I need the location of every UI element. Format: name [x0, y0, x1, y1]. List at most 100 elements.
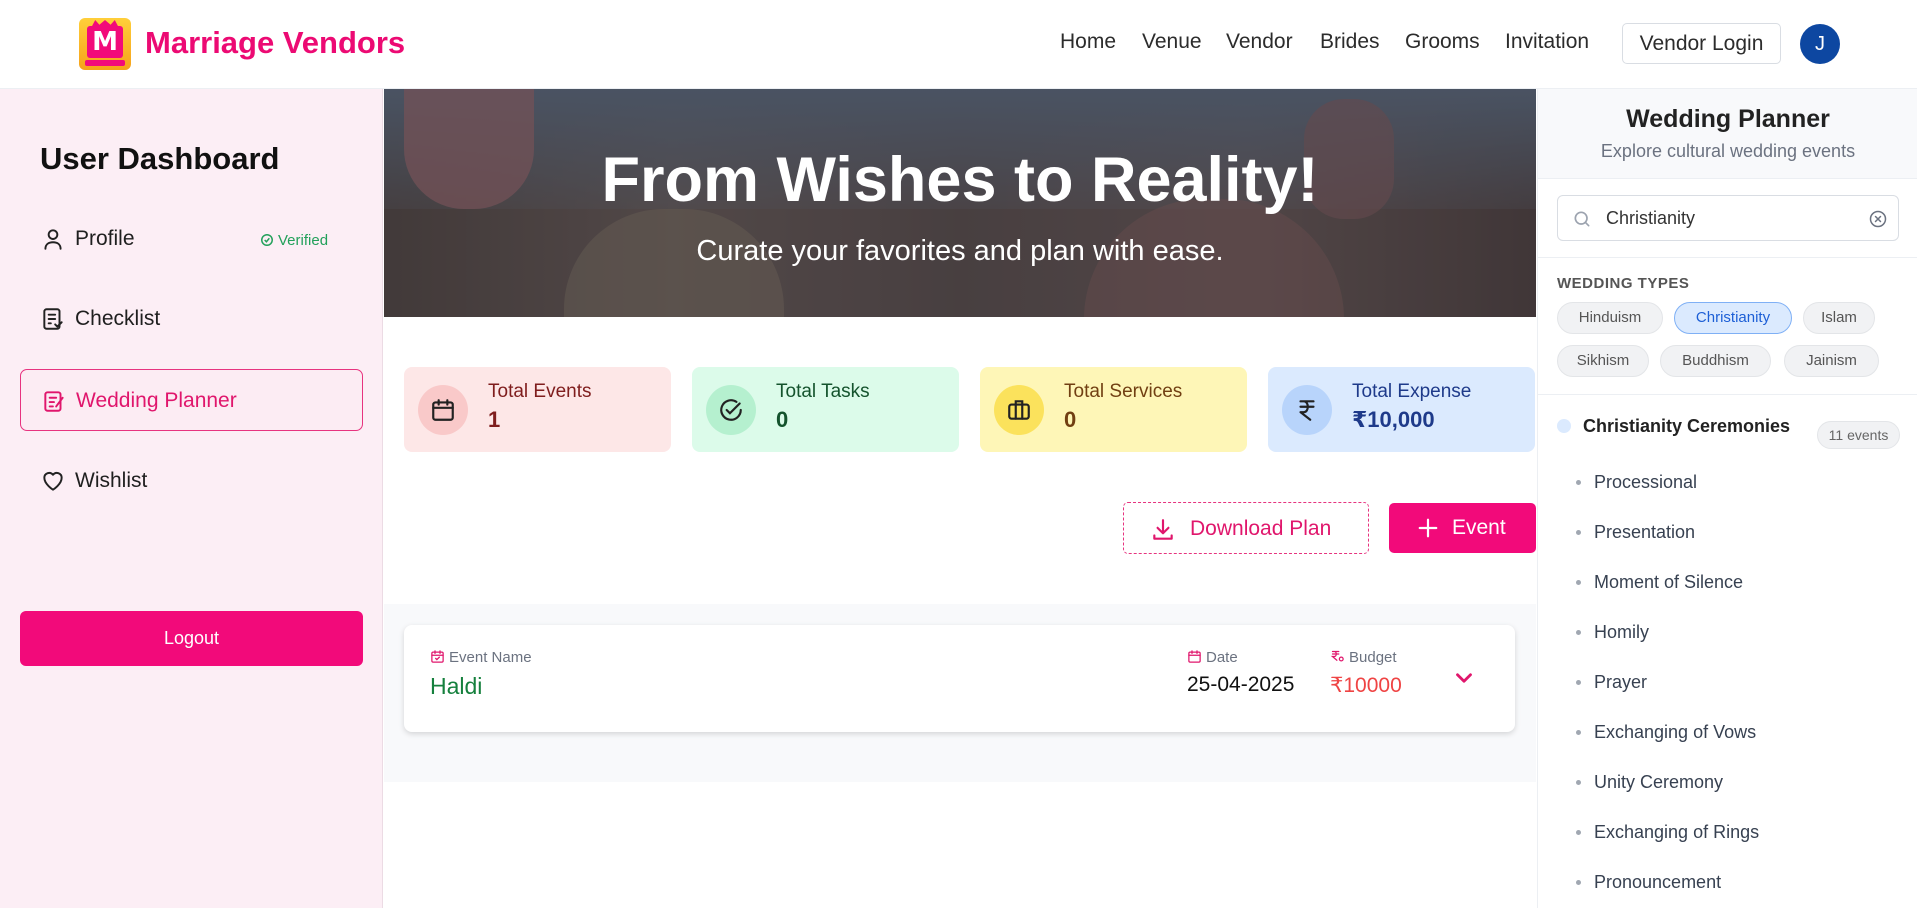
- ceremony-label: Moment of Silence: [1594, 572, 1744, 592]
- ceremony-label: Pronouncement: [1594, 872, 1722, 892]
- sidebar-item-label: Checklist: [75, 307, 161, 330]
- logo-letter: M: [87, 26, 123, 58]
- bullet: [1576, 480, 1581, 485]
- planner-search: [1557, 195, 1899, 241]
- user-icon: [44, 229, 62, 250]
- download-plan-button[interactable]: Download Plan: [1123, 502, 1369, 554]
- sidebar-title: User Dashboard: [40, 141, 280, 176]
- event-date-label-text: Date: [1206, 649, 1238, 666]
- bullet: [1576, 630, 1581, 635]
- planner-title: Wedding Planner: [1626, 105, 1830, 133]
- event-date-label: Date: [1187, 649, 1238, 666]
- verified-badge: Verified: [260, 232, 328, 249]
- event-name: Haldi: [430, 673, 483, 699]
- stat-value: 1: [488, 407, 501, 432]
- hero-banner: From Wishes to Reality! Curate your favo…: [384, 89, 1536, 317]
- rupee-icon: [1299, 400, 1315, 421]
- stat-label: Total Events: [488, 381, 592, 402]
- add-event-button[interactable]: Event: [1389, 503, 1536, 553]
- banner-subtitle: Curate your favorites and plan with ease…: [696, 235, 1224, 267]
- event-budget-label-text: Budget: [1349, 649, 1397, 666]
- ceremony-group-dot: [1557, 419, 1571, 433]
- type-chip-sikhism[interactable]: Sikhism: [1557, 345, 1649, 377]
- planner-header: Wedding Planner Explore cultural wedding…: [1538, 89, 1917, 179]
- stat-label: Total Services: [1064, 381, 1183, 402]
- stat-icon-circle: [1282, 385, 1332, 435]
- stat-label: Total Expense: [1352, 381, 1472, 402]
- sidebar-item-checklist[interactable]: Checklist: [20, 288, 363, 350]
- divider: [1538, 257, 1917, 258]
- nav-brides[interactable]: Brides: [1320, 30, 1380, 54]
- calendar-icon: [1188, 650, 1201, 663]
- sidebar-item-wedding-planner[interactable]: Wedding Planner: [20, 369, 363, 431]
- sidebar-item-profile[interactable]: Profile Verified: [20, 208, 363, 270]
- heart-icon: [43, 471, 63, 491]
- stat-card-total-events: Total Events 1: [404, 367, 671, 452]
- nav-invitation[interactable]: Invitation: [1505, 30, 1589, 54]
- top-header: M Marriage Vendors Home Venue Vendor Bri…: [0, 0, 1917, 89]
- vendor-login-button[interactable]: Vendor Login: [1622, 23, 1781, 64]
- type-chip-islam[interactable]: Islam: [1803, 302, 1875, 334]
- avatar[interactable]: J: [1800, 24, 1840, 64]
- download-plan-label: Download Plan: [1190, 517, 1332, 540]
- stat-card-total-tasks: Total Tasks 0: [692, 367, 959, 452]
- budget-icon: [1330, 650, 1344, 662]
- stat-card-total-services: Total Services 0: [980, 367, 1247, 452]
- sidebar-item-wishlist[interactable]: Wishlist: [20, 450, 363, 512]
- nav-grooms[interactable]: Grooms: [1405, 30, 1480, 54]
- event-date: 25-04-2025: [1187, 673, 1295, 696]
- type-chip-jainism[interactable]: Jainism: [1784, 345, 1879, 377]
- type-chip-christianity[interactable]: Christianity: [1674, 302, 1792, 334]
- sidebar: User Dashboard Profile Verified Checklis…: [0, 89, 383, 908]
- brand-logo[interactable]: M: [79, 18, 131, 70]
- bullet: [1576, 730, 1581, 735]
- ceremony-label: Presentation: [1594, 522, 1696, 542]
- stat-value: ₹10,000: [1352, 407, 1435, 432]
- sidebar-item-label: Wishlist: [75, 469, 148, 492]
- ceremonies-count-badge: 11 events: [1817, 421, 1900, 449]
- search-input[interactable]: [1606, 204, 1856, 232]
- event-name-label-text: Event Name: [449, 649, 532, 666]
- brand-name[interactable]: Marriage Vendors: [145, 25, 405, 61]
- checklist-icon: [43, 308, 63, 330]
- planner-subtitle: Explore cultural wedding events: [1600, 141, 1856, 161]
- divider: [1538, 394, 1917, 395]
- ceremonies-title[interactable]: Christianity Ceremonies: [1583, 416, 1790, 437]
- check-circle-icon: [720, 399, 742, 421]
- planner-icon: [44, 391, 64, 412]
- nav-venue[interactable]: Venue: [1142, 30, 1202, 54]
- verified-label: Verified: [278, 232, 329, 249]
- nav-vendor[interactable]: Vendor: [1226, 30, 1293, 54]
- search-icon: [1574, 211, 1590, 227]
- wedding-types-label: WEDDING TYPES: [1557, 275, 1690, 292]
- event-name-label: Event Name: [430, 649, 532, 666]
- calendar-icon: [432, 399, 454, 421]
- logout-button[interactable]: Logout: [20, 611, 363, 666]
- bullet: [1576, 680, 1581, 685]
- sidebar-item-label: Wedding Planner: [76, 389, 237, 412]
- plus-icon: [1418, 518, 1438, 538]
- chevron-down-icon[interactable]: [1451, 665, 1477, 691]
- stat-icon-circle: [994, 385, 1044, 435]
- logo-base: [85, 60, 125, 66]
- clear-search-icon[interactable]: [1868, 209, 1888, 229]
- ceremony-label: Exchanging of Rings: [1594, 822, 1760, 842]
- event-card[interactable]: Event Name Haldi Date 25-04-2025 Budget …: [404, 625, 1515, 732]
- briefcase-icon: [1008, 400, 1030, 420]
- ceremony-label: Homily: [1594, 622, 1650, 642]
- ceremony-label: Processional: [1594, 472, 1698, 492]
- nav-home[interactable]: Home: [1060, 30, 1116, 54]
- wedding-planner-panel: Wedding Planner Explore cultural wedding…: [1537, 89, 1917, 908]
- bullet: [1576, 530, 1581, 535]
- bullet: [1576, 580, 1581, 585]
- ceremony-label: Prayer: [1594, 672, 1648, 692]
- type-chip-hinduism[interactable]: Hinduism: [1557, 302, 1663, 334]
- event-budget: ₹10000: [1330, 674, 1402, 697]
- stat-value: 0: [776, 407, 789, 432]
- stat-label: Total Tasks: [776, 381, 870, 402]
- bullet: [1576, 880, 1581, 885]
- sidebar-item-label: Profile: [75, 227, 135, 250]
- type-chip-buddhism[interactable]: Buddhism: [1660, 345, 1771, 377]
- ceremony-label: Exchanging of Vows: [1594, 722, 1757, 742]
- calendar-check-icon: [431, 650, 444, 663]
